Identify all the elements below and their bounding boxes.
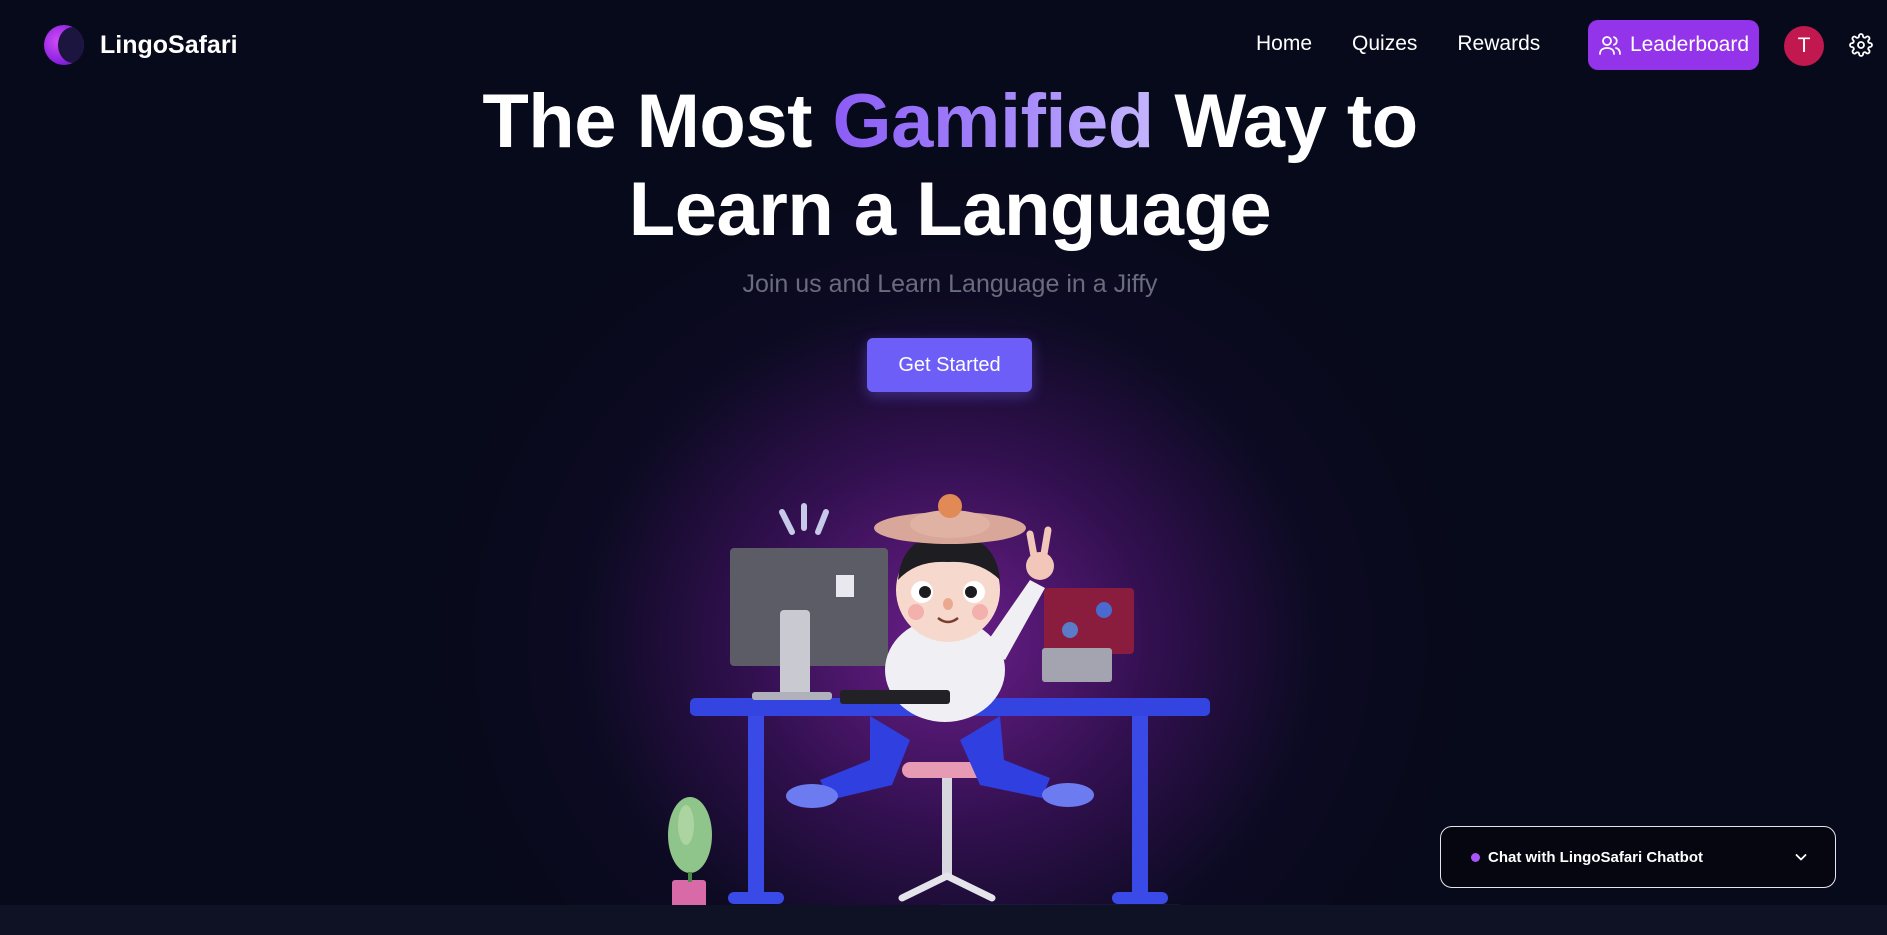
user-avatar[interactable]: T <box>1784 26 1824 66</box>
status-dot-icon <box>1471 852 1480 862</box>
gear-icon[interactable] <box>1849 33 1873 57</box>
get-started-button[interactable]: Get Started <box>867 338 1032 392</box>
plant-icon <box>668 797 712 908</box>
brand-name: LingoSafari <box>100 30 238 59</box>
monitor-icon <box>730 503 888 700</box>
nav-link-home[interactable]: Home <box>1256 32 1312 56</box>
hero-title-accent: Gamified <box>832 79 1155 164</box>
bottom-strip <box>0 905 1887 935</box>
users-icon <box>1599 36 1621 55</box>
hero-title-line-2: Learn a Language <box>628 167 1272 252</box>
chatbot-label: Chat with LingoSafari Chatbot <box>1488 848 1703 866</box>
chatbot-toggle[interactable]: Chat with LingoSafari Chatbot <box>1440 826 1836 888</box>
brand-logo[interactable]: LingoSafari <box>44 25 238 65</box>
hero-title-line-1: The Most Gamified Way to <box>482 79 1418 164</box>
avatar-initial: T <box>1797 34 1811 57</box>
leaderboard-label: Leaderboard <box>1629 33 1750 56</box>
logo-icon <box>44 25 84 65</box>
nav-link-rewards[interactable]: Rewards <box>1457 32 1540 56</box>
top-navbar: LingoSafari Home Quizes Rewards Leaderbo… <box>0 0 1887 90</box>
hero-illustration <box>668 494 1210 912</box>
nav-link-quizes[interactable]: Quizes <box>1352 32 1417 56</box>
hero-subtitle: Join us and Learn Language in a Jiffy <box>742 270 1158 298</box>
hero-title: The Most Gamified Way to Learn a Languag… <box>0 78 1887 254</box>
chevron-down-icon <box>1795 854 1807 861</box>
leaderboard-button[interactable]: Leaderboard <box>1588 20 1759 70</box>
landing-page: LingoSafari Home Quizes Rewards Leaderbo… <box>0 0 1887 935</box>
nav-links: Home Quizes Rewards <box>1256 32 1540 56</box>
chair-icon <box>898 762 996 902</box>
